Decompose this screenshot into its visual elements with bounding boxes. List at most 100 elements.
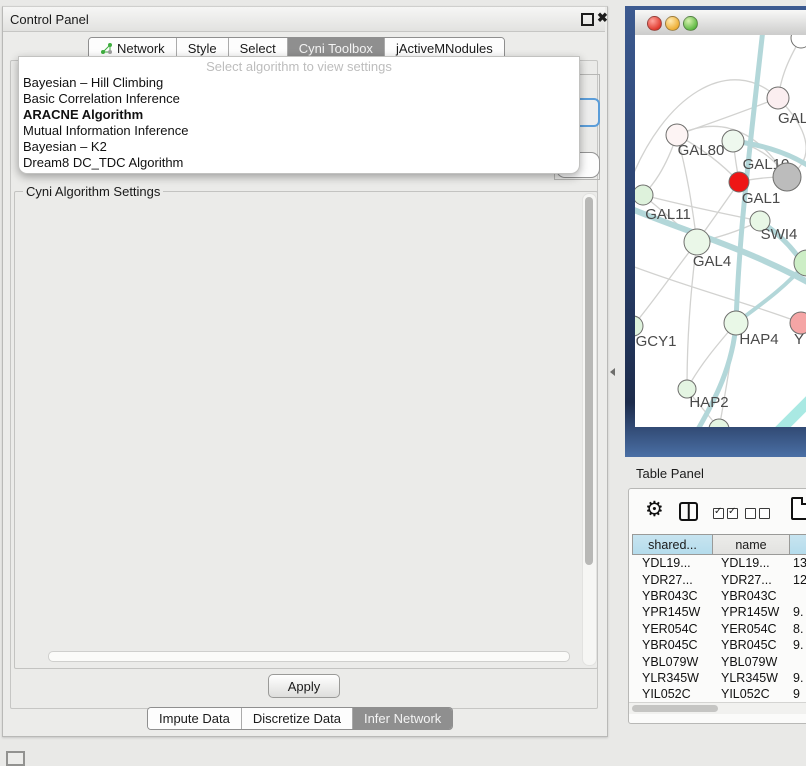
table-cell: YDR27... xyxy=(632,573,711,587)
node-label: GAL xyxy=(778,110,806,127)
table-cell: YBL079W xyxy=(711,655,787,669)
network-view-titlebar[interactable] xyxy=(635,10,806,36)
node-label: SWI4 xyxy=(761,226,798,243)
deselect-all-checkboxes-icon[interactable] xyxy=(745,507,773,522)
table-cell: 13 xyxy=(787,556,806,570)
algorithm-item-aracne-algorithm[interactable]: ARACNE Algorithm xyxy=(19,107,579,123)
table-row[interactable]: YDR27...YDR27...12 xyxy=(632,571,806,587)
network-graph: GALGAL80GAL10GAL1GAL11SWI4GAL4GCY1HAP4YH… xyxy=(635,35,806,427)
node-label: HAP4 xyxy=(739,331,778,348)
tab-discretize-data[interactable]: Discretize Data xyxy=(241,708,352,729)
node-label: GAL11 xyxy=(645,206,691,223)
restore-window-icon[interactable] xyxy=(581,13,594,26)
settings-group-title: Cyni Algorithm Settings xyxy=(23,184,163,199)
table-panel-window: ⚙ ✓✓ shared...name YDL19...YDL19...13YDR… xyxy=(628,488,806,724)
network-node[interactable] xyxy=(773,163,801,191)
column-header-name[interactable]: name xyxy=(713,534,790,555)
table-cell: YIL052C xyxy=(632,687,711,701)
table-cell: YBR043C xyxy=(711,589,787,603)
cyni-bottom-tabbar: Impute DataDiscretize DataInfer Network xyxy=(147,707,453,730)
table-cell: 9 xyxy=(787,687,806,701)
node-label: GAL80 xyxy=(678,142,725,159)
cyni-algorithm-settings-group: Cyni Algorithm Settings xyxy=(14,191,598,669)
tab-infer-network[interactable]: Infer Network xyxy=(352,708,452,729)
table-row[interactable]: YDL19...YDL19...13 xyxy=(632,555,806,571)
table-cell: YER054C xyxy=(632,622,711,636)
split-pane-collapse-icon[interactable] xyxy=(610,368,615,376)
network-node-gal11[interactable] xyxy=(635,185,653,205)
network-node-gal4[interactable] xyxy=(684,229,710,255)
export-table-icon[interactable] xyxy=(791,497,806,520)
select-all-checkboxes-icon[interactable]: ✓✓ xyxy=(713,507,741,522)
network-node-gal10[interactable] xyxy=(722,130,744,152)
table-row[interactable]: YBR043CYBR043C xyxy=(632,588,806,604)
table-scrollbar-thumb[interactable] xyxy=(632,705,718,712)
close-window-icon[interactable]: ✖ xyxy=(597,10,608,26)
table-cell: YPR145W xyxy=(711,605,787,619)
table-row[interactable]: YIL052CYIL052C9 xyxy=(632,686,806,702)
table-cell: YBR043C xyxy=(632,589,711,603)
table-cell: 12 xyxy=(787,573,806,587)
control-panel-title: Control Panel xyxy=(10,12,89,27)
column-header-shared[interactable]: shared... xyxy=(632,534,713,555)
node-label: HAP2 xyxy=(689,394,728,411)
table-cell: YBL079W xyxy=(632,655,711,669)
table-cell: YLR345W xyxy=(711,671,787,685)
table-cell: YIL052C xyxy=(711,687,787,701)
list-horizontal-scrollbar[interactable] xyxy=(48,651,570,662)
network-node[interactable] xyxy=(791,35,806,48)
table-cell: 8. xyxy=(787,622,806,636)
table-toolbar: ⚙ ✓✓ xyxy=(629,489,806,534)
table-panel-title: Table Panel xyxy=(636,466,704,481)
node-label: Y xyxy=(794,331,804,348)
columns-icon[interactable] xyxy=(679,502,698,521)
table-row[interactable]: YER054CYER054C8. xyxy=(632,621,806,637)
table-cell: 9. xyxy=(787,671,806,685)
settings-scrollbar-thumb[interactable] xyxy=(585,197,593,565)
network-view-frame[interactable]: GALGAL80GAL10GAL1GAL11SWI4GAL4GCY1HAP4YH… xyxy=(625,6,806,457)
table-row[interactable]: YBR045CYBR045C9. xyxy=(632,637,806,653)
algorithm-item-bayesian-hill-climbing[interactable]: Bayesian – Hill Climbing xyxy=(19,75,579,91)
column-header-extra[interactable] xyxy=(790,534,806,555)
table-row[interactable]: YPR145WYPR145W9. xyxy=(632,604,806,620)
algorithm-item-basic-correlation-inference[interactable]: Basic Correlation Inference xyxy=(19,91,579,107)
table-header-row: shared...name xyxy=(632,534,806,555)
table-cell: YBR045C xyxy=(711,638,787,652)
node-label: GCY1 xyxy=(636,333,677,350)
table-cell: 9. xyxy=(787,638,806,652)
table-row[interactable]: YBL079WYBL079W xyxy=(632,653,806,669)
table-cell: YPR145W xyxy=(632,605,711,619)
algorithm-list: Bayesian – Hill ClimbingBasic Correlatio… xyxy=(19,75,579,171)
table-row[interactable]: YLR345WYLR345W9. xyxy=(632,670,806,686)
table-cell: YER054C xyxy=(711,622,787,636)
algorithm-dropdown-popup: Select algorithm to view settings Bayesi… xyxy=(18,56,580,174)
gear-icon[interactable]: ⚙ xyxy=(645,497,664,522)
apply-button[interactable]: Apply xyxy=(268,674,340,698)
network-node-gal[interactable] xyxy=(767,87,789,109)
network-node-gal1[interactable] xyxy=(729,172,749,192)
collapsed-panel-icon[interactable] xyxy=(6,751,25,766)
tab-impute-data[interactable]: Impute Data xyxy=(148,708,241,729)
table-rows: YDL19...YDL19...13YDR27...YDR27...12YBR0… xyxy=(632,555,806,703)
table-cell: YDL19... xyxy=(711,556,787,570)
table-cell: YBR045C xyxy=(632,638,711,652)
algorithm-item-mutual-information-inference[interactable]: Mutual Information Inference xyxy=(19,123,579,139)
table-cell: YDL19... xyxy=(632,556,711,570)
minimize-traffic-light-icon[interactable] xyxy=(665,16,680,31)
algorithm-item-dream8-dc-tdc-algorithm[interactable]: Dream8 DC_TDC Algorithm xyxy=(19,155,579,171)
table-horizontal-scrollbar[interactable] xyxy=(629,702,806,714)
algorithm-item-bayesian-k2[interactable]: Bayesian – K2 xyxy=(19,139,579,155)
node-label: GAL4 xyxy=(693,253,731,270)
zoom-traffic-light-icon[interactable] xyxy=(683,16,698,31)
network-icon xyxy=(100,42,113,55)
network-nodes: GALGAL80GAL10GAL1GAL11SWI4GAL4GCY1HAP4YH… xyxy=(635,35,806,427)
node-label: GAL1 xyxy=(742,190,780,207)
table-cell: YLR345W xyxy=(632,671,711,685)
highlight-edge xyxy=(773,383,806,427)
algorithm-prompt: Select algorithm to view settings xyxy=(19,59,579,74)
control-panel-titlebar[interactable] xyxy=(3,7,605,32)
close-traffic-light-icon[interactable] xyxy=(647,16,662,31)
network-canvas[interactable]: GALGAL80GAL10GAL1GAL11SWI4GAL4GCY1HAP4YH… xyxy=(635,35,806,427)
settings-scrollbar[interactable] xyxy=(582,193,597,666)
table-cell: YDR27... xyxy=(711,573,787,587)
